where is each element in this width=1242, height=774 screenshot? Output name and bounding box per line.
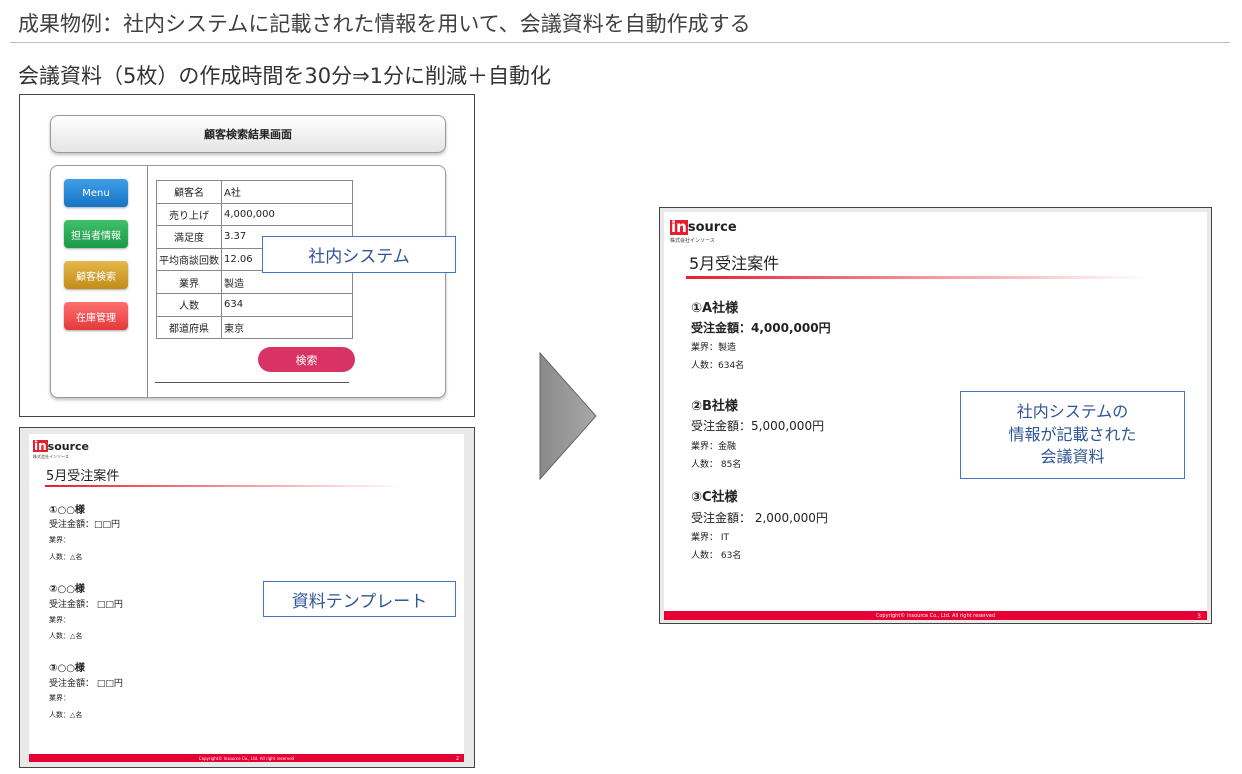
table-row: 都道府県 東京	[156, 315, 353, 340]
heading-rule	[45, 485, 405, 487]
slide-heading: 5月受注案件	[689, 254, 780, 273]
page-subtitle: 会議資料（5枚）の作成時間を30分⇒1分に削減＋自動化	[18, 64, 552, 88]
logo-in-mark: in	[33, 439, 48, 453]
right-triangle-arrow-icon	[539, 352, 597, 480]
field-value: 製造	[221, 270, 353, 294]
field-label: 満足度	[156, 225, 222, 249]
slide-footer: Copyright© Insource Co., Ltd. All right …	[29, 754, 464, 762]
item-amount: 受注金額：5,000,000円	[691, 419, 825, 433]
field-value: 634	[221, 292, 353, 317]
field-value: 東京	[221, 315, 353, 340]
logo-source-text: source	[47, 439, 89, 453]
insource-logo: in source	[670, 220, 737, 235]
table-row: 人数 634	[156, 292, 353, 317]
field-value: 4,000,000	[221, 202, 353, 227]
field-label: 売り上げ	[156, 202, 222, 227]
item-people: 人数：△名	[49, 711, 83, 719]
item-name: ③○○様	[49, 663, 85, 674]
page-number: 3	[1197, 613, 1201, 620]
callout-line: 社内システムの	[1016, 402, 1129, 422]
item-people: 人数： 63名	[691, 551, 742, 561]
table-row: 売り上げ 4,000,000	[156, 202, 353, 227]
callout-line: 会議資料	[1040, 447, 1105, 467]
item-industry: 業界： IT	[691, 533, 730, 543]
item-industry: 業界：金融	[691, 442, 737, 452]
page-title: 成果物例：社内システムに記載された情報を用いて、会議資料を自動作成する	[18, 12, 751, 36]
result-callout: 社内システムの 情報が記載された 会議資料	[960, 391, 1185, 479]
callout-line: 情報が記載された	[1008, 424, 1137, 444]
item-name: ②B社様	[691, 399, 738, 414]
item-amount: 受注金額：4,000,000円	[691, 321, 831, 335]
item-people: 人数：634名	[691, 361, 745, 371]
item-people: 人数： 85名	[691, 460, 742, 470]
system-screen-body: Menu 担当者情報 顧客検索 在庫管理 顧客名 A社 売り上げ 4,000,0…	[50, 165, 446, 398]
item-name: ①A社様	[691, 301, 739, 316]
field-value: A社	[221, 180, 353, 204]
field-label: 人数	[156, 292, 222, 317]
item-industry: 業界：	[49, 694, 70, 702]
customer-search-button[interactable]: 顧客検索	[64, 261, 128, 289]
heading-rule	[686, 276, 1146, 279]
item-people: 人数：△名	[49, 632, 83, 640]
slide-footer: Copyright© Insource Co., Ltd. All right …	[664, 611, 1207, 620]
item-industry: 業界：製造	[691, 343, 737, 353]
table-row: 顧客名 A社	[156, 180, 353, 204]
item-name: ①○○様	[49, 505, 85, 516]
staff-info-button[interactable]: 担当者情報	[64, 220, 128, 248]
inventory-button[interactable]: 在庫管理	[64, 302, 128, 330]
logo-source-text: source	[687, 220, 737, 235]
field-label: 顧客名	[156, 180, 222, 204]
item-amount: 受注金額： 2,000,000円	[691, 511, 828, 525]
insource-logo: in source	[33, 440, 89, 452]
logo-in-mark: in	[670, 218, 688, 236]
logo-company-name: 株式会社インソース	[33, 454, 69, 459]
system-underline	[155, 382, 349, 383]
item-industry: 業界：	[49, 616, 70, 624]
search-button[interactable]: 検索	[258, 347, 355, 372]
item-people: 人数：△名	[49, 553, 83, 561]
item-name: ②○○様	[49, 584, 85, 595]
footer-copyright: Copyright© Insource Co., Ltd. All right …	[198, 755, 295, 761]
item-industry: 業界：	[49, 536, 70, 544]
system-callout: 社内システム	[262, 236, 456, 273]
system-screen-title: 顧客検索結果画面	[50, 115, 446, 153]
system-divider	[147, 166, 148, 397]
item-amount: 受注金額： □□円	[49, 600, 123, 610]
page-number: 2	[455, 756, 459, 762]
item-amount: 受注金額： □□円	[49, 679, 123, 689]
menu-button[interactable]: Menu	[64, 179, 128, 207]
footer-copyright: Copyright© Insource Co., Ltd. All right …	[875, 612, 996, 619]
field-label: 業界	[156, 270, 222, 294]
field-label: 平均商談回数	[156, 247, 222, 272]
template-callout: 資料テンプレート	[263, 581, 456, 617]
item-amount: 受注金額：□□円	[49, 520, 121, 530]
title-divider	[10, 42, 1230, 43]
item-name: ③C社様	[691, 490, 738, 505]
logo-company-name: 株式会社インソース	[670, 238, 715, 244]
field-label: 都道府県	[156, 315, 222, 340]
slide-heading: 5月受注案件	[46, 469, 120, 484]
table-row: 業界 製造	[156, 270, 353, 294]
